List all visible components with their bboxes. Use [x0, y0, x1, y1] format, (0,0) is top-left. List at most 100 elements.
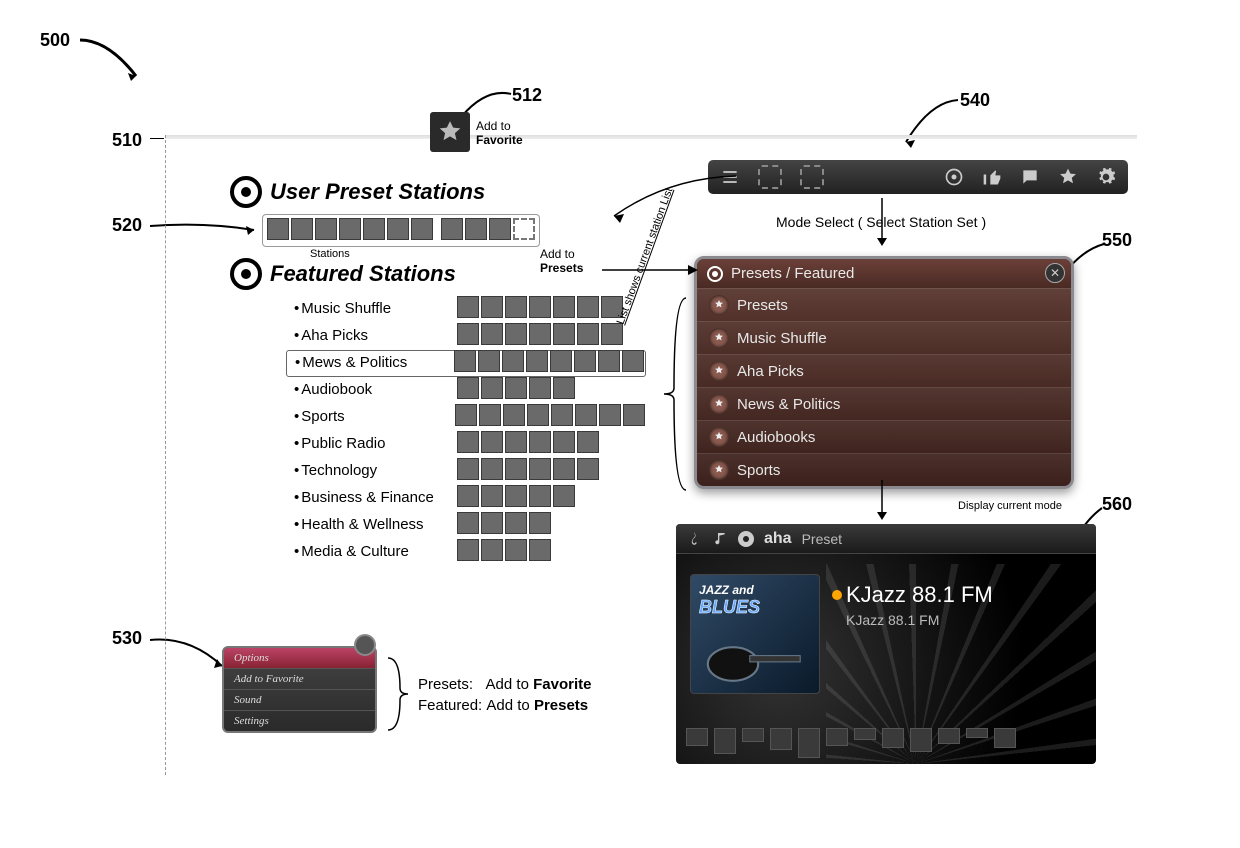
featured-item[interactable]: Media & Culture [286, 539, 646, 566]
featured-item-label: Media & Culture [286, 543, 456, 562]
station-tile[interactable] [481, 512, 503, 534]
station-tile[interactable] [457, 377, 479, 399]
station-tile[interactable] [529, 485, 551, 507]
station-tile[interactable] [623, 404, 645, 426]
station-tile[interactable] [553, 377, 575, 399]
mode-row[interactable]: Music Shuffle [697, 321, 1071, 354]
station-tile[interactable] [457, 431, 479, 453]
station-tile[interactable] [457, 323, 479, 345]
preset-tile[interactable] [267, 218, 289, 240]
station-tile[interactable] [574, 350, 596, 372]
preset-tile[interactable] [315, 218, 337, 240]
station-tile[interactable] [553, 296, 575, 318]
mode-row[interactable]: Presets [697, 288, 1071, 321]
station-tile[interactable] [454, 350, 476, 372]
station-tile[interactable] [599, 404, 621, 426]
station-tile[interactable] [577, 323, 599, 345]
station-tile[interactable] [481, 485, 503, 507]
station-tile[interactable] [553, 485, 575, 507]
featured-item[interactable]: Health & Wellness [286, 512, 646, 539]
mode-row[interactable]: News & Politics [697, 387, 1071, 420]
preset-tile[interactable] [411, 218, 433, 240]
station-tile[interactable] [481, 296, 503, 318]
chat-icon[interactable] [1020, 167, 1040, 187]
toolbar-slot[interactable] [800, 165, 824, 189]
station-tile[interactable] [551, 404, 573, 426]
station-tile[interactable] [526, 350, 548, 372]
station-tile[interactable] [481, 431, 503, 453]
station-tile[interactable] [577, 296, 599, 318]
station-tile[interactable] [553, 323, 575, 345]
station-tile[interactable] [553, 458, 575, 480]
station-tile[interactable] [505, 512, 527, 534]
preset-tile[interactable] [489, 218, 511, 240]
station-tile[interactable] [505, 539, 527, 561]
station-tile[interactable] [505, 485, 527, 507]
station-tile[interactable] [622, 350, 644, 372]
preset-tile[interactable] [363, 218, 385, 240]
station-tile[interactable] [481, 377, 503, 399]
target-icon[interactable] [944, 167, 964, 187]
station-tile[interactable] [457, 296, 479, 318]
station-tile[interactable] [505, 296, 527, 318]
toolbar-slot[interactable] [758, 165, 782, 189]
station-tile[interactable] [577, 458, 599, 480]
station-tile[interactable] [527, 404, 549, 426]
preset-tile[interactable] [339, 218, 361, 240]
station-tile[interactable] [505, 431, 527, 453]
station-tile[interactable] [601, 323, 623, 345]
featured-item[interactable]: Mews & Politics [286, 350, 646, 377]
station-tile[interactable] [505, 323, 527, 345]
station-tile[interactable] [529, 431, 551, 453]
station-tile[interactable] [503, 404, 525, 426]
station-tile[interactable] [457, 512, 479, 534]
station-tile[interactable] [577, 431, 599, 453]
thumbs-up-icon[interactable] [982, 167, 1002, 187]
close-icon[interactable]: ✕ [1045, 263, 1065, 283]
featured-item[interactable]: Sports [286, 404, 646, 431]
station-tile[interactable] [479, 404, 501, 426]
options-row[interactable]: Sound [224, 689, 375, 710]
mode-row[interactable]: Aha Picks [697, 354, 1071, 387]
featured-item[interactable]: Aha Picks [286, 323, 646, 350]
station-tile[interactable] [457, 458, 479, 480]
station-tile[interactable] [481, 323, 503, 345]
add-favorite-star[interactable] [430, 112, 470, 152]
mode-row[interactable]: Audiobooks [697, 420, 1071, 453]
gear-icon[interactable] [1096, 167, 1116, 187]
station-tile[interactable] [478, 350, 500, 372]
featured-item[interactable]: Public Radio [286, 431, 646, 458]
featured-item[interactable]: Business & Finance [286, 485, 646, 512]
station-tile[interactable] [575, 404, 597, 426]
featured-item[interactable]: Technology [286, 458, 646, 485]
station-tile[interactable] [529, 323, 551, 345]
station-tile[interactable] [529, 458, 551, 480]
featured-item[interactable]: Audiobook [286, 377, 646, 404]
options-row[interactable]: Options [224, 648, 375, 668]
options-row[interactable]: Settings [224, 710, 375, 731]
station-tile[interactable] [550, 350, 572, 372]
station-tile[interactable] [481, 539, 503, 561]
station-tile[interactable] [529, 512, 551, 534]
featured-item-label: Audiobook [286, 381, 456, 400]
preset-tile[interactable] [465, 218, 487, 240]
station-tile[interactable] [502, 350, 524, 372]
station-tile[interactable] [505, 377, 527, 399]
station-tile[interactable] [529, 377, 551, 399]
preset-tile[interactable] [387, 218, 409, 240]
station-tile[interactable] [457, 539, 479, 561]
station-tile[interactable] [553, 431, 575, 453]
options-row[interactable]: Add to Favorite [224, 668, 375, 689]
featured-item[interactable]: Music Shuffle [286, 296, 646, 323]
station-tile[interactable] [529, 539, 551, 561]
station-tile[interactable] [457, 485, 479, 507]
preset-tile[interactable] [513, 218, 535, 240]
star-icon[interactable] [1058, 167, 1078, 187]
station-tile[interactable] [505, 458, 527, 480]
station-tile[interactable] [598, 350, 620, 372]
station-tile[interactable] [455, 404, 477, 426]
station-tile[interactable] [529, 296, 551, 318]
preset-tile[interactable] [441, 218, 463, 240]
station-tile[interactable] [481, 458, 503, 480]
preset-tile[interactable] [291, 218, 313, 240]
